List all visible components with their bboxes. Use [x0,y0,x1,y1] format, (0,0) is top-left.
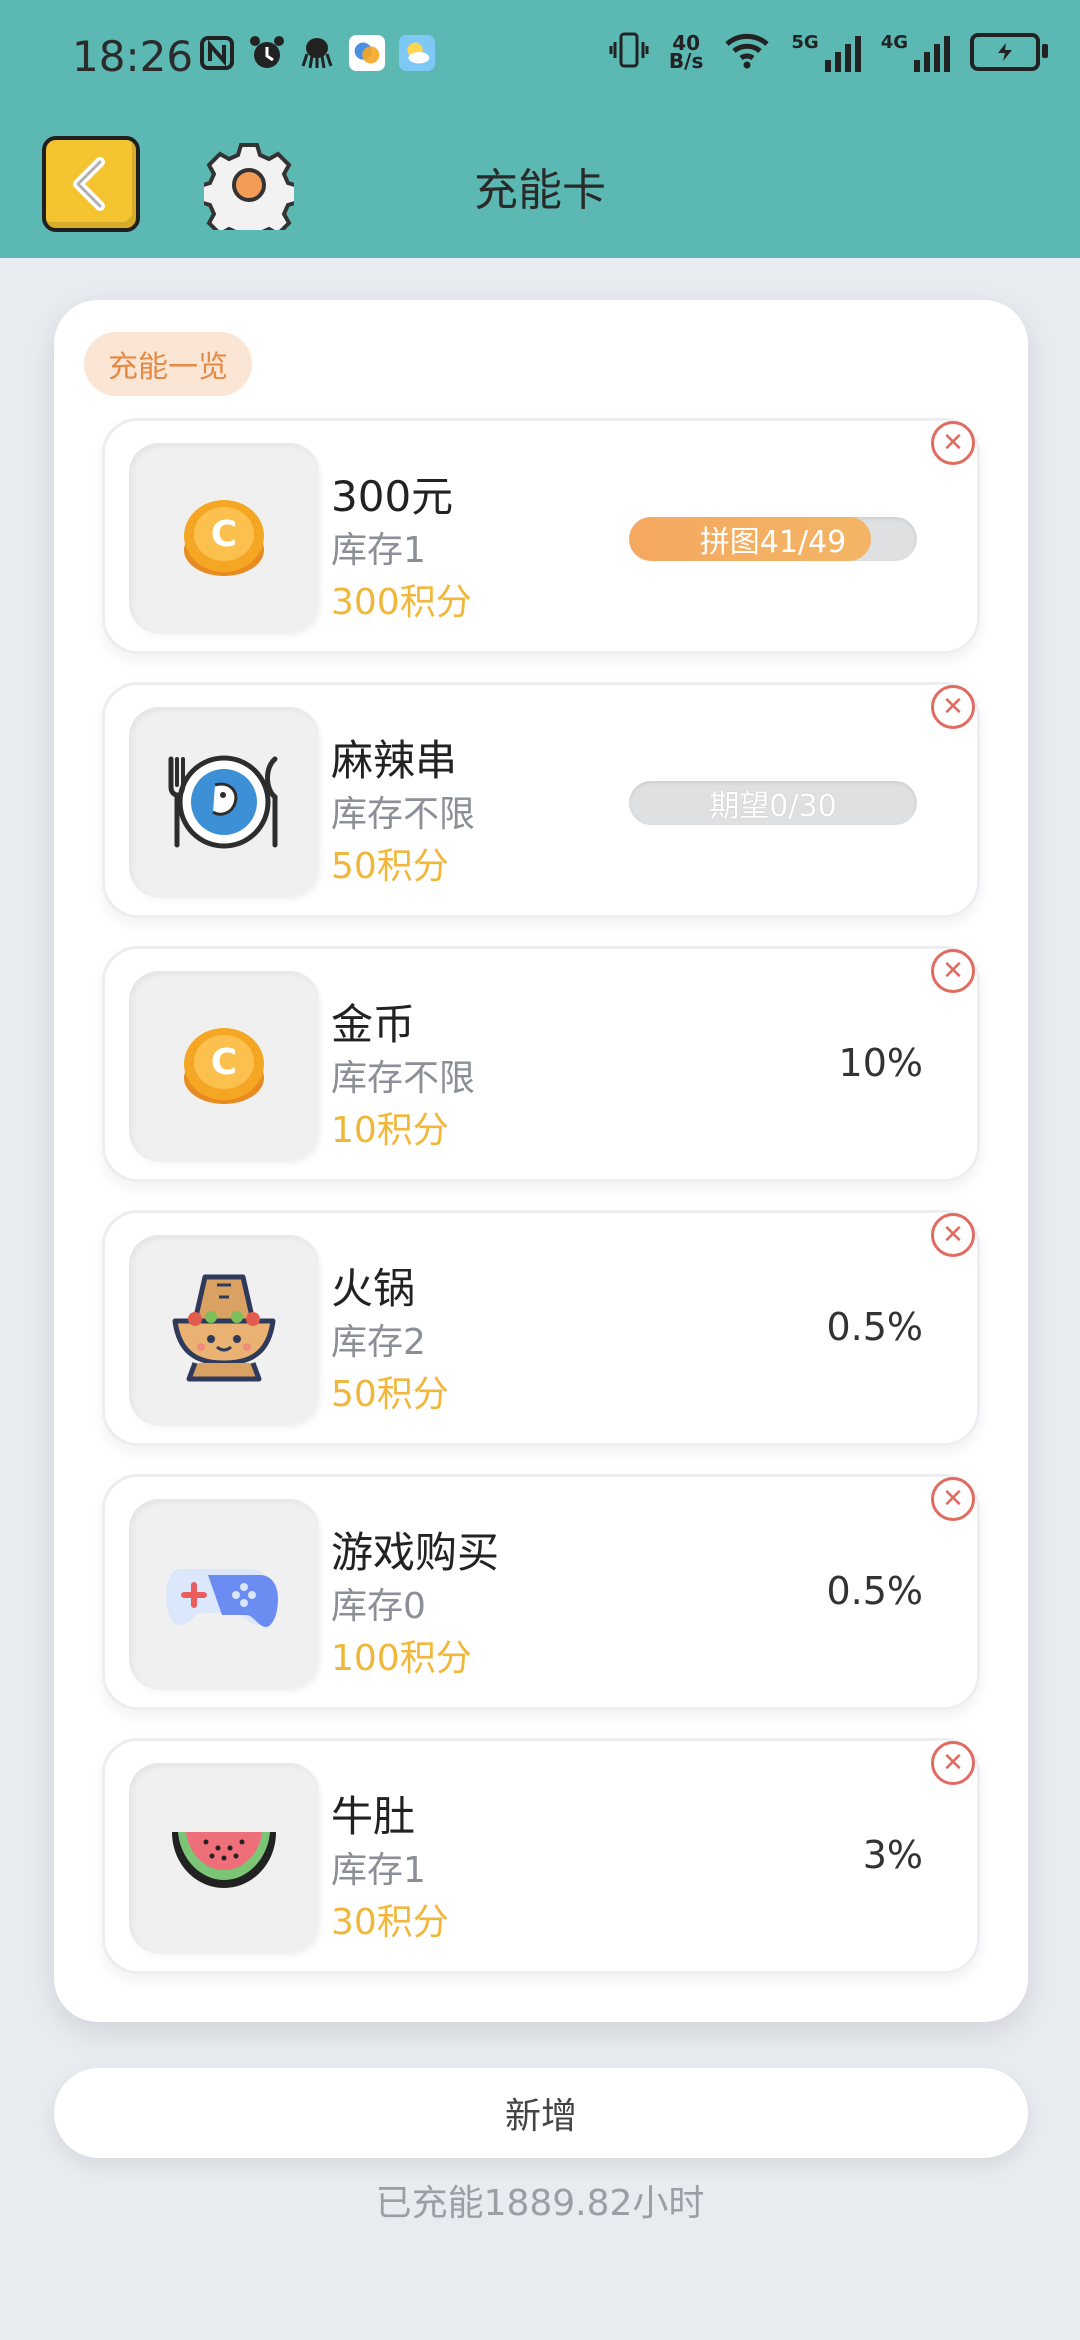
close-icon: ✕ [942,1748,964,1778]
close-icon: ✕ [942,692,964,722]
puzzle-progress-bar: 拼图41/49 [629,517,917,561]
item-icon-box: C [129,971,319,1161]
svg-text:C: C [211,514,237,555]
alarm-icon [248,34,286,72]
status-notification-icons [198,34,436,72]
item-rate: 0.5% [826,1569,923,1613]
nfc-icon [198,34,236,72]
list-item[interactable]: 火锅 库存2 50积分 0.5% ✕ [102,1210,980,1446]
signal-4g-icon: 4G [881,32,950,72]
weather-icon [398,34,436,72]
status-system-icons: 40 B/s 5G 4G [609,30,1048,74]
list-item[interactable]: 牛肚 库存1 30积分 3% ✕ [102,1738,980,1974]
network-speed: 40 B/s [668,33,704,73]
gamepad-icon [166,1569,278,1627]
wifi-icon [723,30,771,74]
delete-button[interactable]: ✕ [931,421,975,465]
item-icon-box [129,1763,319,1953]
app-notification-icon [348,34,386,72]
page-title: 充能卡 [474,165,606,216]
item-name: 300元 [331,472,454,521]
item-name: 金币 [331,1000,416,1049]
net-speed-unit: B/s [668,49,704,73]
item-icon-box [129,1235,319,1425]
item-points: 50积分 [331,1374,449,1415]
item-icon-box [129,1499,319,1689]
signal-4g-label: 4G [880,32,908,53]
item-points: 100积分 [331,1638,472,1679]
section-label: 充能一览 [84,332,252,396]
coin-icon: C [184,500,264,576]
octopus-icon [298,34,336,72]
item-points: 30积分 [331,1902,449,1943]
item-stock: 库存1 [331,1850,426,1891]
item-name: 牛肚 [331,1792,416,1841]
list-item[interactable]: 游戏购买 库存0 100积分 0.5% ✕ [102,1474,980,1710]
plate-cutlery-icon [168,755,278,849]
add-button[interactable]: 新增 [54,2068,1028,2158]
close-icon: ✕ [942,956,964,986]
item-stock: 库存0 [331,1586,426,1627]
item-stock: 库存不限 [331,1058,476,1099]
delete-button[interactable]: ✕ [931,1741,975,1785]
item-name: 火锅 [331,1264,416,1313]
coin-icon: C [184,1028,264,1104]
item-rate: 0.5% [826,1305,923,1349]
watermelon-icon [172,1832,276,1888]
item-stock: 库存2 [331,1322,426,1363]
delete-button[interactable]: ✕ [931,1477,975,1521]
expectation-progress-bar: 期望0/30 [629,781,917,825]
item-points: 10积分 [331,1110,449,1151]
list-item[interactable]: C 金币 库存不限 10积分 10% ✕ [102,946,980,1182]
progress-label: 拼图41/49 [699,525,847,560]
delete-button[interactable]: ✕ [931,949,975,993]
signal-5g-icon: 5G [791,32,861,72]
item-stock: 库存不限 [331,794,476,835]
item-icon-box: C [129,443,319,633]
item-points: 300积分 [331,582,472,623]
delete-button[interactable]: ✕ [931,685,975,729]
list-item[interactable]: C 300元 库存1 300积分 拼图41/49 ✕ [102,418,980,654]
close-icon: ✕ [942,428,964,458]
progress-label: 期望0/30 [709,789,837,824]
svg-text:C: C [211,1042,237,1083]
signal-5g-label: 5G [791,32,819,53]
item-rate: 10% [838,1041,923,1085]
item-stock: 库存1 [331,530,426,571]
item-rate: 3% [862,1833,923,1877]
close-icon: ✕ [942,1484,964,1514]
status-bar: 18:26 40 B/s 5G 4G [0,0,1080,118]
delete-button[interactable]: ✕ [931,1213,975,1257]
charged-hours-summary: 已充能1889.82小时 [375,2183,705,2224]
item-name: 麻辣串 [331,736,458,785]
item-name: 游戏购买 [331,1528,500,1577]
vibrate-icon [609,30,649,74]
item-icon-box [129,707,319,897]
status-time: 18:26 [72,32,194,81]
item-points: 50积分 [331,846,449,887]
close-icon: ✕ [942,1220,964,1250]
list-item[interactable]: 麻辣串 库存不限 50积分 期望0/30 ✕ [102,682,980,918]
battery-icon [970,33,1048,71]
hotpot-icon [172,1274,276,1382]
